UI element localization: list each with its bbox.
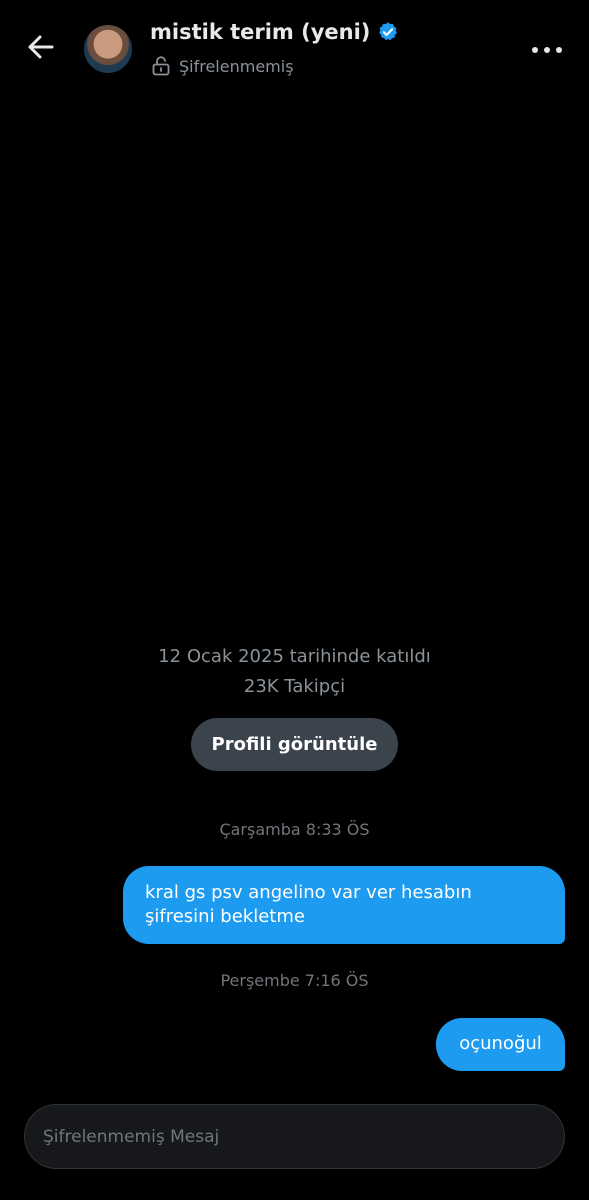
- unlocked-lock-icon: [152, 56, 170, 76]
- view-profile-button[interactable]: Profili görüntüle: [191, 718, 398, 771]
- message-input[interactable]: [24, 1104, 565, 1169]
- arrow-left-icon: [28, 35, 54, 59]
- sent-message-bubble[interactable]: oçunoğul: [436, 1018, 565, 1071]
- avatar[interactable]: [84, 25, 132, 73]
- more-horizontal-icon: [532, 47, 562, 53]
- back-button[interactable]: [24, 30, 58, 64]
- contact-name-row[interactable]: mistik terim (yeni): [150, 20, 399, 44]
- encryption-status-text: Şifrelenmemiş: [179, 56, 294, 76]
- conversation-header: mistik terim (yeni) Şifrelenmemiş: [0, 0, 589, 100]
- sent-message-bubble[interactable]: kral gs psv angelino var ver hesabın şif…: [123, 866, 565, 944]
- verified-badge-icon: [379, 22, 398, 41]
- follower-count: 23K Takipçi: [243, 676, 346, 697]
- encryption-status: Şifrelenmemiş: [152, 56, 294, 76]
- message-timestamp: Çarşamba 8:33 ÖS: [219, 820, 370, 839]
- contact-name: mistik terim (yeni): [150, 20, 371, 44]
- message-timestamp: Perşembe 7:16 ÖS: [220, 971, 369, 990]
- more-options-button[interactable]: [530, 40, 564, 60]
- join-date: 12 Ocak 2025 tarihinde katıldı: [158, 646, 431, 667]
